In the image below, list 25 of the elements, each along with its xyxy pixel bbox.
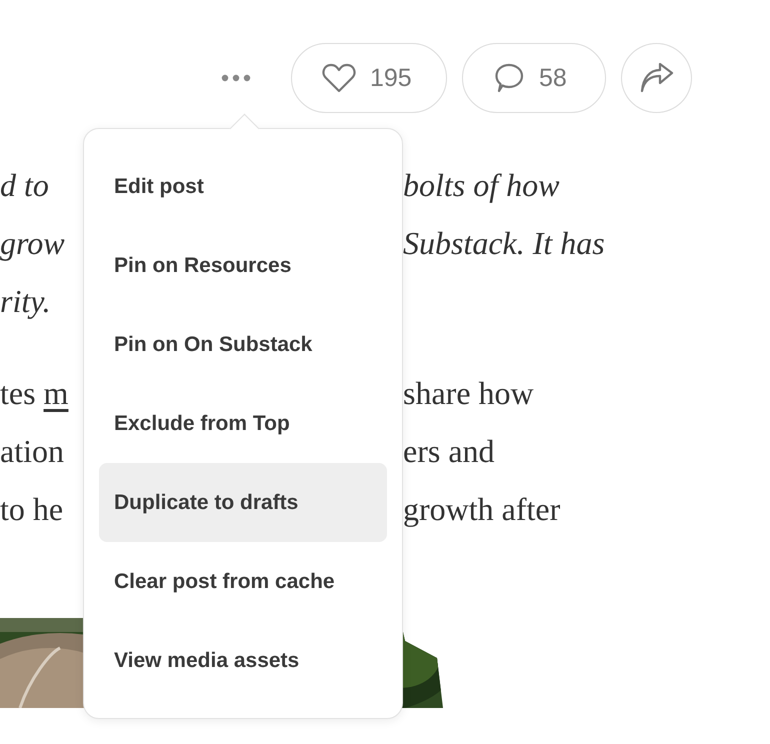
text-fragment: Substack. It has <box>403 224 606 263</box>
heart-icon <box>322 63 356 93</box>
text-fragment: grow <box>0 225 65 261</box>
menu-item[interactable]: View media assets <box>99 621 387 700</box>
text-fragment: tes <box>0 375 36 411</box>
menu-item[interactable]: Edit post <box>99 147 387 226</box>
menu-item[interactable]: Pin on On Substack <box>99 305 387 384</box>
text-fragment: share how <box>403 374 535 413</box>
text-fragment: rity. <box>0 283 51 319</box>
text-fragment: bolts of how <box>403 166 560 205</box>
speech-bubble-icon <box>493 63 525 93</box>
menu-item[interactable]: Pin on Resources <box>99 226 387 305</box>
text-fragment: d to <box>0 167 49 203</box>
menu-item[interactable]: Exclude from Top <box>99 384 387 463</box>
share-arrow-icon <box>640 63 674 93</box>
text-fragment: ation <box>0 433 64 469</box>
like-button[interactable]: 195 <box>291 43 447 113</box>
text-fragment: ers and <box>403 432 496 471</box>
more-icon <box>221 74 251 82</box>
text-fragment: growth after <box>403 490 562 529</box>
menu-item[interactable]: Clear post from cache <box>99 542 387 621</box>
menu-item[interactable]: Duplicate to drafts <box>99 463 387 542</box>
comment-button[interactable]: 58 <box>462 43 606 113</box>
text-fragment: to he <box>0 491 64 527</box>
text-link[interactable]: m <box>44 375 68 411</box>
